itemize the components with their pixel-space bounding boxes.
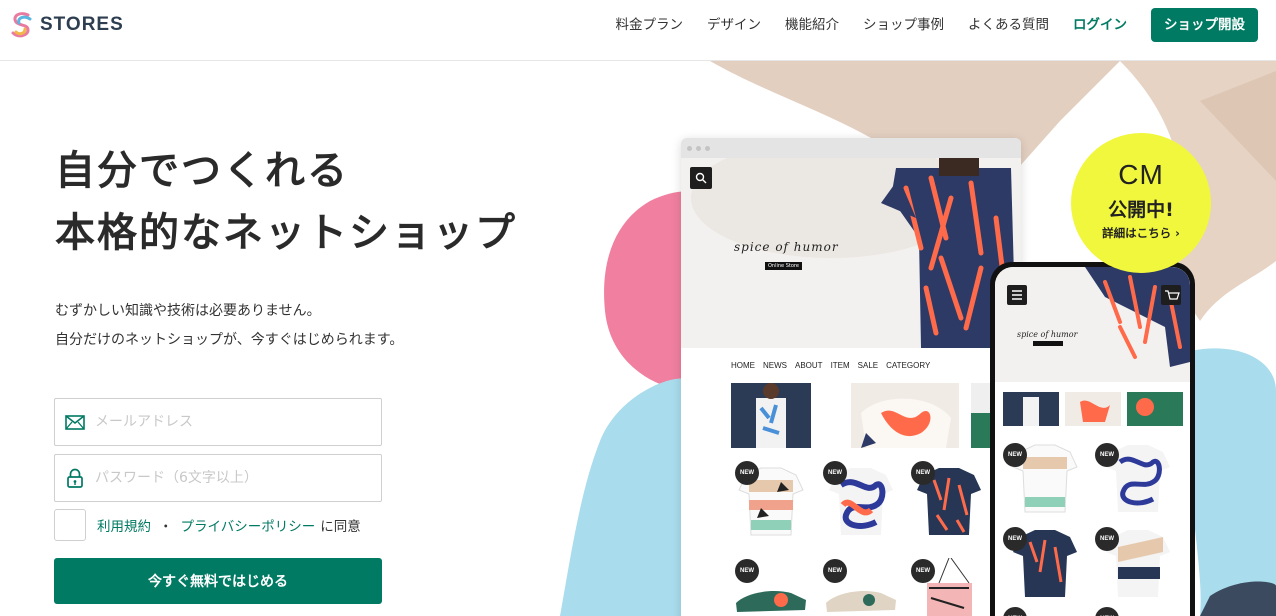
headline-line-1: 自分でつくれる <box>55 148 349 194</box>
mobile-shop-mockup: spice of humor NEW NEW NEW NEW NEW NEW <box>990 262 1195 616</box>
headline-line-2: 本格的なネットショップ <box>55 210 517 256</box>
new-badge: NEW <box>911 461 935 485</box>
email-field <box>54 398 382 446</box>
mockup-nav-item: SALE <box>857 361 879 370</box>
site-header: STORES 料金プラン デザイン 機能紹介 ショップ事例 よくある質問 ログイ… <box>0 0 1276 61</box>
mockup-nav-item: ITEM <box>830 361 850 370</box>
mockup-nav-item: CATEGORY <box>886 361 931 370</box>
stores-logo[interactable]: STORES <box>8 10 124 40</box>
terms-link[interactable]: 利用規約 <box>97 515 151 535</box>
cm-subtitle: 公開中! <box>1108 199 1174 221</box>
mockup-brand-name: spice of humor <box>734 240 839 254</box>
stores-logo-icon <box>11 12 32 38</box>
mockup-shop-nav: HOME NEWS ABOUT ITEM SALE CATEGORY <box>731 361 930 370</box>
new-badge: NEW <box>823 559 847 583</box>
new-badge: NEW <box>911 559 935 583</box>
mockup-product-thumb <box>851 383 959 448</box>
privacy-policy-link[interactable]: プライバシーポリシー <box>181 515 316 535</box>
mockup-search-icon <box>690 167 712 189</box>
subtext-line-2: 自分だけのネットショップが、今すぐはじめられます。 <box>55 332 404 348</box>
browser-bar <box>681 138 1021 158</box>
mail-icon <box>55 399 95 445</box>
nav-design[interactable]: デザイン <box>707 8 761 42</box>
logo-text: STORES <box>40 14 124 35</box>
mockup-hero-image: spice of humor Online Store <box>681 158 1021 348</box>
desktop-shop-mockup: spice of humor Online Store HOME NEWS AB… <box>681 138 1021 616</box>
email-input[interactable] <box>95 414 365 430</box>
cm-announcement-badge[interactable]: CM 公開中! 詳細はこちら › <box>1071 133 1211 273</box>
hero-subtext: むずかしい知識や技術は必要ありません。 自分だけのネットショップが、今すぐはじめ… <box>55 297 403 355</box>
agree-suffix: に同意 <box>320 519 361 535</box>
mockup-product-thumb <box>731 383 811 448</box>
agree-checkbox[interactable] <box>54 509 86 541</box>
nav-features[interactable]: 機能紹介 <box>785 8 839 42</box>
open-shop-button[interactable]: ショップ開設 <box>1151 8 1258 42</box>
cm-title: CM <box>1118 159 1164 190</box>
terms-agreement: 利用規約 ・ プライバシーポリシー に同意 <box>54 509 361 541</box>
new-badge: NEW <box>823 461 847 485</box>
start-free-button[interactable]: 今すぐ無料ではじめる <box>54 558 382 604</box>
svg-text:spice of humor: spice of humor <box>1017 330 1079 339</box>
new-badge: NEW <box>1003 527 1027 551</box>
new-badge: NEW <box>735 461 759 485</box>
nav-faq[interactable]: よくある質問 <box>968 8 1049 42</box>
cm-details-link[interactable]: 詳細はこちら › <box>1071 225 1211 241</box>
subtext-line-1: むずかしい知識や技術は必要ありません。 <box>55 303 321 319</box>
phone-screen: spice of humor NEW NEW NEW NEW NEW NEW <box>995 267 1190 616</box>
nav-pricing[interactable]: 料金プラン <box>616 8 684 42</box>
main-nav: 料金プラン デザイン 機能紹介 ショップ事例 よくある質問 ログイン ショップ開… <box>592 8 1258 42</box>
password-field <box>54 454 382 502</box>
new-badge: NEW <box>1095 527 1119 551</box>
new-badge: NEW <box>735 559 759 583</box>
mockup-nav-item: ABOUT <box>795 361 823 370</box>
separator: ・ <box>159 519 173 535</box>
mockup-brand-tag: Online Store <box>765 262 802 270</box>
new-badge: NEW <box>1003 443 1027 467</box>
hero-headline: 自分でつくれる 本格的なネットショップ <box>55 140 517 264</box>
nav-login[interactable]: ログイン <box>1073 8 1127 42</box>
nav-shop-examples[interactable]: ショップ事例 <box>863 8 944 42</box>
password-input[interactable] <box>95 470 365 486</box>
new-badge: NEW <box>1095 443 1119 467</box>
mockup-nav-item: NEWS <box>763 361 787 370</box>
lock-icon <box>55 455 95 501</box>
mockup-nav-item: HOME <box>731 361 755 370</box>
